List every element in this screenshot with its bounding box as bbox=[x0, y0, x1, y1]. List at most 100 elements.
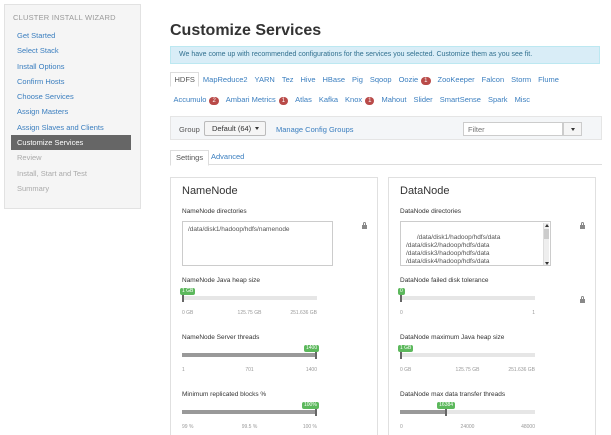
namenode-title: NameNode bbox=[182, 185, 238, 197]
service-tab-label: Pig bbox=[352, 75, 363, 84]
slider-tick-label: 24000 bbox=[460, 424, 475, 430]
wizard-step-install-options[interactable]: Install Options bbox=[5, 59, 140, 74]
datanode-heap-label: DataNode maximum Java heap size bbox=[400, 334, 505, 341]
lock-icon[interactable] bbox=[362, 222, 367, 229]
tab-hbase[interactable]: HBase bbox=[319, 72, 349, 87]
datanode-failed-slider[interactable]: 0 bbox=[398, 288, 535, 302]
tab-smartsense[interactable]: SmartSense bbox=[436, 92, 484, 107]
wizard-step-assign-slaves-and-clients[interactable]: Assign Slaves and Clients bbox=[5, 120, 140, 135]
slider-value-badge: 1 GB bbox=[398, 345, 414, 352]
service-tab-label: MapReduce2 bbox=[202, 75, 248, 84]
tab-ambari-metrics[interactable]: Ambari Metrics 1 bbox=[222, 92, 291, 107]
tab-spark[interactable]: Spark bbox=[484, 92, 511, 107]
tab-flume[interactable]: Flume bbox=[535, 72, 563, 87]
slider-tick-label: 125.75 GB bbox=[237, 310, 262, 316]
slider-handle[interactable] bbox=[182, 294, 184, 302]
namenode-minrep-ticks: 99 % 99.5 % 100 % bbox=[182, 424, 317, 431]
datanode-xfer-ticks: 0 24000 48000 bbox=[400, 424, 535, 431]
wizard-step-get-started[interactable]: Get Started bbox=[5, 28, 140, 43]
filter-dropdown-button[interactable] bbox=[563, 122, 582, 136]
wizard-step-confirm-hosts[interactable]: Confirm Hosts bbox=[5, 74, 140, 89]
slider-handle[interactable] bbox=[445, 408, 448, 416]
datanode-dirs-textarea[interactable]: /data/disk1/hadoop/hdfs/data /data/disk2… bbox=[400, 221, 551, 266]
filter-input[interactable] bbox=[463, 122, 563, 136]
wizard-step-choose-services[interactable]: Choose Services bbox=[5, 89, 140, 104]
config-sub-tabs: Settings Advanced bbox=[170, 150, 602, 166]
tab-advanced[interactable]: Advanced bbox=[206, 150, 249, 165]
slider-handle[interactable] bbox=[400, 351, 402, 359]
datanode-xfer-label: DataNode max data transfer threads bbox=[400, 391, 506, 398]
config-group-select[interactable]: Default (64) bbox=[204, 121, 266, 136]
namenode-threads-ticks: 1 701 1400 bbox=[182, 367, 317, 374]
service-tab-label: Ambari Metrics bbox=[225, 95, 276, 104]
tab-sqoop[interactable]: Sqoop bbox=[366, 72, 395, 87]
service-tab-label: Kafka bbox=[318, 95, 339, 104]
namenode-minrep-slider[interactable]: 100% bbox=[182, 402, 319, 416]
main-content: Customize Services We have come up with … bbox=[170, 0, 602, 435]
config-group-selected: Default (64) bbox=[212, 124, 252, 133]
tab-settings[interactable]: Settings bbox=[170, 150, 210, 166]
issue-count-badge: 1 bbox=[421, 76, 431, 85]
service-tab-label: Accumulo bbox=[173, 95, 207, 104]
wizard-step-assign-masters[interactable]: Assign Masters bbox=[5, 104, 140, 119]
service-tab-label: HBase bbox=[322, 75, 346, 84]
service-tab-label: Mahout bbox=[381, 95, 407, 104]
tab-kafka[interactable]: Kafka bbox=[315, 92, 341, 107]
service-tab-label: YARN bbox=[254, 75, 275, 84]
slider-value-badge: 100% bbox=[302, 402, 319, 409]
textarea-scrollbar[interactable] bbox=[543, 223, 549, 265]
scroll-thumb[interactable] bbox=[544, 229, 549, 239]
scroll-down-icon[interactable] bbox=[545, 262, 549, 265]
wizard-step-install-start-and-test: Install, Start and Test bbox=[17, 168, 87, 178]
wizard-sidebar: CLUSTER INSTALL WIZARD Get Started Select… bbox=[4, 4, 141, 209]
tab-zookeeper[interactable]: ZooKeeper bbox=[434, 72, 478, 87]
slider-value-badge: 1 GB bbox=[180, 288, 196, 295]
namenode-threads-label: NameNode Server threads bbox=[182, 334, 260, 341]
wizard-step-summary: Summary bbox=[17, 183, 50, 193]
namenode-threads-slider[interactable]: 1400 bbox=[182, 345, 320, 359]
tab-atlas[interactable]: Atlas bbox=[292, 92, 316, 107]
tab-pig[interactable]: Pig bbox=[349, 72, 367, 87]
lock-icon[interactable] bbox=[580, 222, 585, 229]
tab-misc[interactable]: Misc bbox=[511, 92, 533, 107]
slider-handle[interactable] bbox=[315, 351, 317, 359]
datanode-dirs-label: DataNode directories bbox=[400, 208, 462, 215]
slider-handle[interactable] bbox=[400, 294, 402, 302]
datanode-xfer-slider[interactable]: 16384 bbox=[400, 402, 535, 416]
tab-falcon[interactable]: Falcon bbox=[478, 72, 508, 87]
slider-tick-label: 0 GB bbox=[400, 367, 412, 373]
lock-icon[interactable] bbox=[580, 296, 585, 303]
namenode-dirs-textarea[interactable]: /data/disk1/hadoop/hdfs/namenode bbox=[182, 221, 333, 266]
tab-storm[interactable]: Storm bbox=[508, 72, 535, 87]
slider-tick-label: 0 bbox=[400, 310, 403, 316]
slider-tick-label: 1 bbox=[182, 367, 185, 373]
manage-config-groups-link[interactable]: Manage Config Groups bbox=[276, 125, 354, 134]
service-tab-label: Misc bbox=[514, 95, 530, 104]
service-tab-label: Falcon bbox=[481, 75, 505, 84]
tab-mahout[interactable]: Mahout bbox=[378, 92, 410, 107]
slider-value-badge: 16384 bbox=[437, 402, 456, 409]
tab-mapreduce2[interactable]: MapReduce2 bbox=[199, 72, 251, 87]
datanode-heap-slider[interactable]: 1 GB bbox=[398, 345, 535, 359]
slider-handle[interactable] bbox=[315, 408, 317, 416]
slider-tick-label: 48000 bbox=[521, 424, 535, 430]
slider-tick-label: 125.75 GB bbox=[455, 367, 480, 373]
wizard-step-select-stack[interactable]: Select Stack bbox=[5, 43, 140, 58]
scroll-up-icon[interactable] bbox=[545, 224, 549, 227]
service-tab-label: Oozie bbox=[398, 75, 419, 84]
tab-hdfs[interactable]: HDFS bbox=[170, 72, 200, 87]
tab-accumulo[interactable]: Accumulo 2 bbox=[170, 92, 222, 107]
caret-down-icon bbox=[571, 128, 575, 131]
tab-hive[interactable]: Hive bbox=[297, 72, 319, 87]
tab-knox[interactable]: Knox 1 bbox=[342, 92, 378, 107]
tab-tez[interactable]: Tez bbox=[278, 72, 297, 87]
caret-down-icon bbox=[255, 127, 259, 130]
tab-slider[interactable]: Slider bbox=[410, 92, 436, 107]
tab-yarn[interactable]: YARN bbox=[251, 72, 278, 87]
tab-oozie[interactable]: Oozie 1 bbox=[395, 72, 434, 87]
wizard-step-customize-services[interactable]: Customize Services bbox=[11, 135, 131, 151]
sidebar-title: CLUSTER INSTALL WIZARD bbox=[13, 13, 116, 22]
service-tab-label: Slider bbox=[413, 95, 433, 104]
service-tab-label: Storm bbox=[511, 75, 532, 84]
namenode-heap-slider[interactable]: 1 GB bbox=[180, 288, 317, 302]
